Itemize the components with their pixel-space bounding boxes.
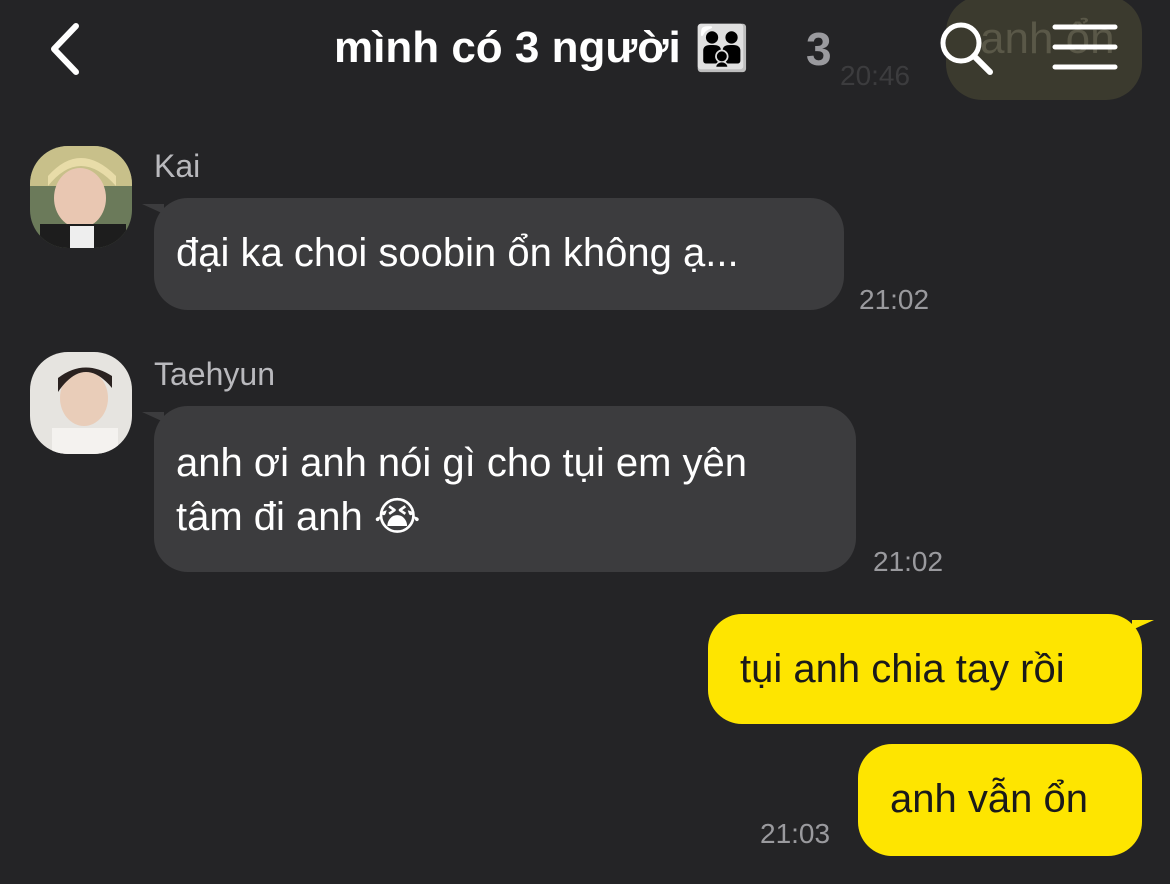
chat-header: mình có 3 người 👨‍👨‍👦 3 [0, 0, 1170, 110]
message-bubble[interactable]: đại ka choi soobin ổn không ạ... [142, 198, 844, 310]
hamburger-menu-icon[interactable] [1052, 22, 1118, 72]
sender-name: Kai [154, 148, 201, 184]
outgoing-message-bubble[interactable]: anh vẫn ổn [858, 744, 1142, 856]
avatar-taehyun[interactable] [30, 352, 132, 454]
avatar-taehyun-image [30, 352, 132, 454]
message-text: tụi anh chia tay rồi [740, 647, 1065, 691]
member-count: 3 [806, 23, 832, 75]
avatar-kai-image [30, 146, 132, 248]
message-text-line: anh ơi anh nói gì cho tụi em yên [176, 441, 748, 485]
message-text: đại ka choi soobin ổn không ạ... [176, 231, 739, 275]
search-icon[interactable] [936, 18, 996, 78]
message-text: anh vẫn ổn [890, 777, 1088, 821]
family-emoji: 👨‍👨‍👦 [694, 23, 750, 74]
message-time: 21:02 [859, 284, 930, 315]
sender-name: Taehyun [154, 356, 275, 392]
chat-title-text: mình có 3 người [334, 23, 681, 72]
message-text-line: tâm đi anh 😭 [176, 495, 421, 539]
message-time: 21:03 [760, 818, 831, 849]
message-bubble[interactable]: anh ơi anh nói gì cho tụi em yên tâm đi … [142, 406, 856, 572]
message-time: 21:02 [873, 546, 944, 577]
chevron-left-icon[interactable] [40, 18, 92, 80]
chat-title: mình có 3 người 👨‍👨‍👦 [334, 22, 750, 74]
avatar-kai[interactable] [30, 146, 132, 248]
outgoing-message-bubble[interactable]: tụi anh chia tay rồi [708, 614, 1154, 724]
